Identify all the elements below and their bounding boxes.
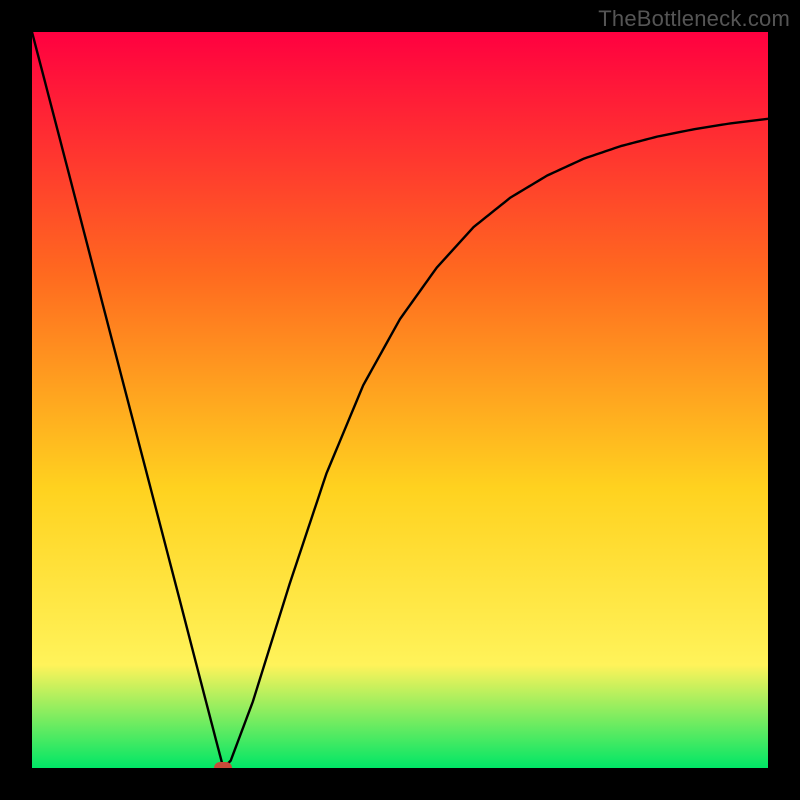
optimum-marker xyxy=(214,762,232,768)
gradient-background xyxy=(32,32,768,768)
chart-frame: TheBottleneck.com xyxy=(0,0,800,800)
plot-area xyxy=(32,32,768,768)
plot-svg xyxy=(32,32,768,768)
watermark-text: TheBottleneck.com xyxy=(598,6,790,32)
